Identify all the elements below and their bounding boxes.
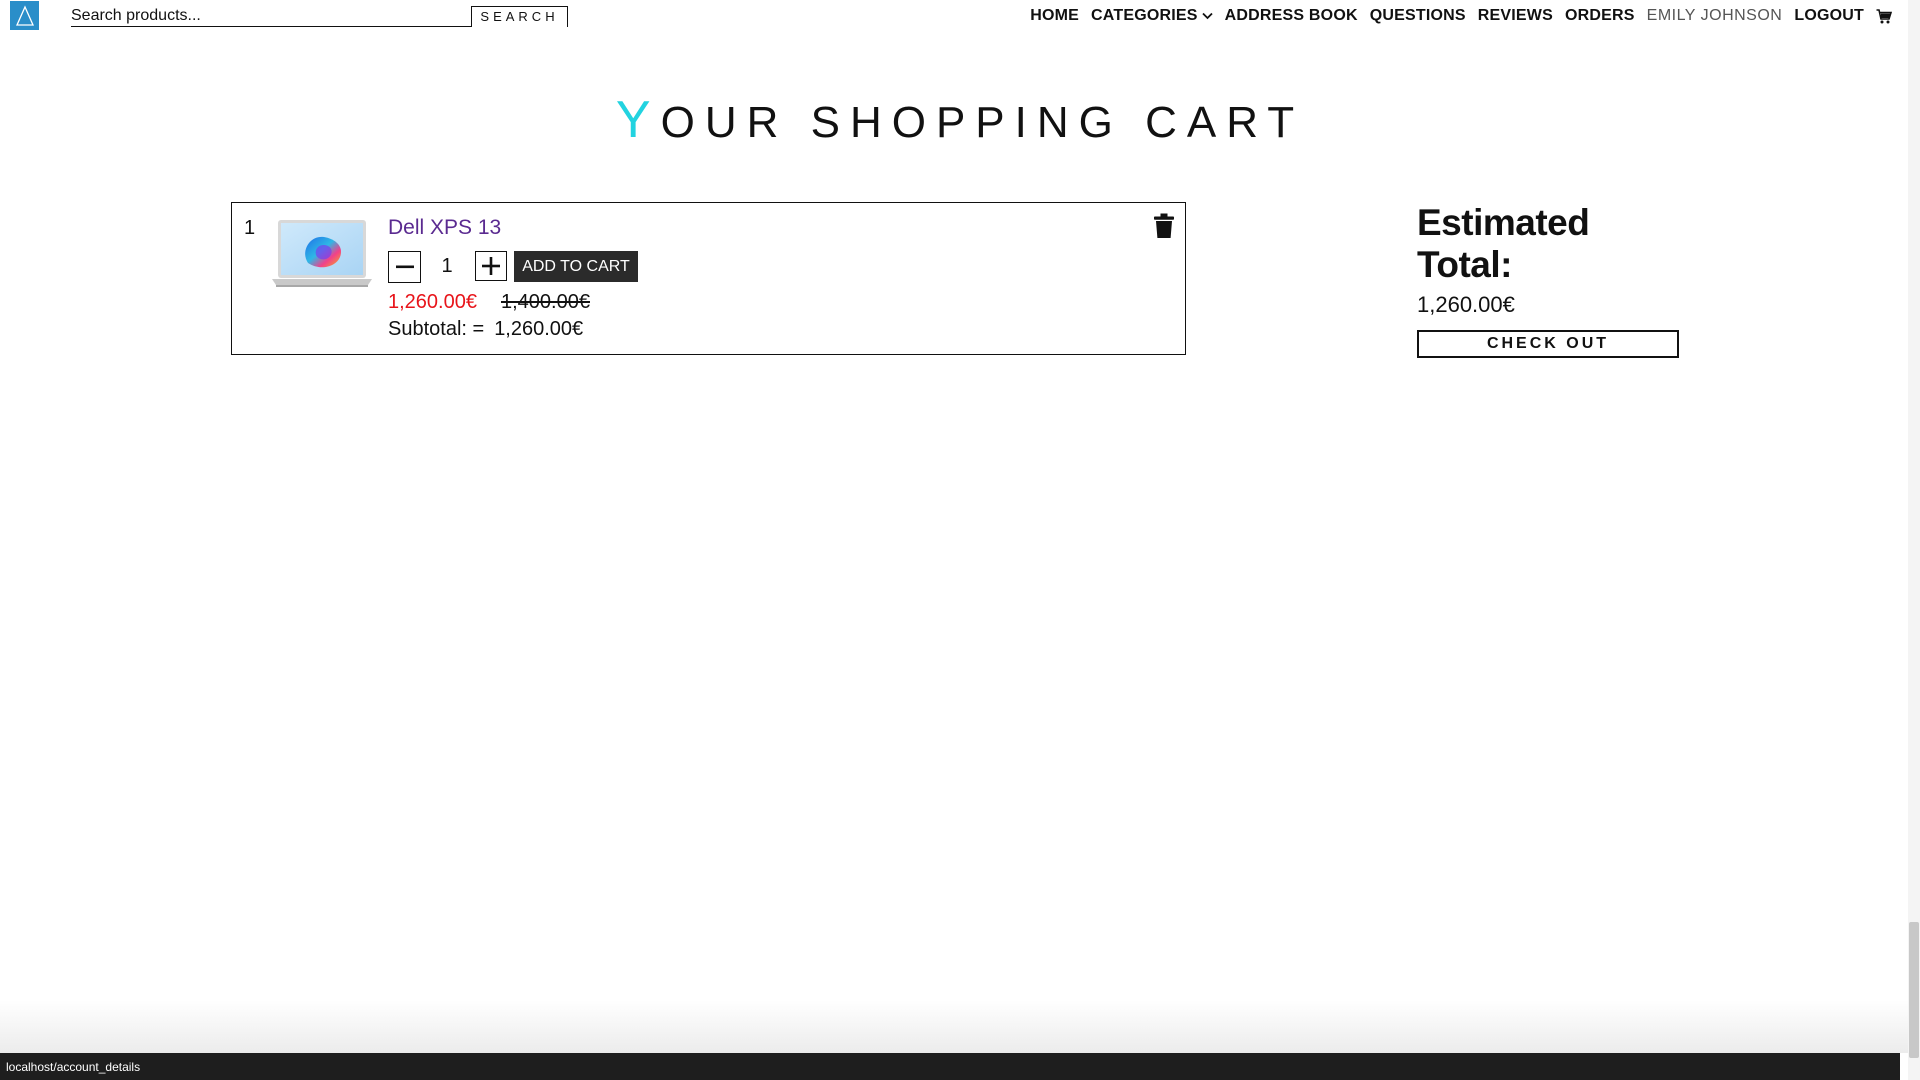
plus-icon bbox=[482, 257, 500, 275]
add-to-cart-button[interactable]: ADD TO CART bbox=[514, 251, 638, 282]
cart-item-index: 1 bbox=[244, 217, 256, 239]
minus-icon bbox=[395, 265, 414, 269]
order-summary: Estimated Total: 1,260.00€ CHECK OUT bbox=[1417, 202, 1679, 358]
page-scrollbar[interactable] bbox=[1908, 0, 1920, 1080]
scrollbar-thumb[interactable] bbox=[1909, 922, 1919, 1058]
search-bar: SEARCH bbox=[71, 6, 568, 27]
subtotal-value: 1,260.00€ bbox=[494, 318, 584, 340]
status-bar: localhost/account_details bbox=[0, 1053, 1900, 1080]
trash-icon[interactable] bbox=[1153, 213, 1175, 239]
status-url: localhost/account_details bbox=[6, 1060, 141, 1074]
quantity-value: 1 bbox=[441, 255, 453, 277]
sale-price: 1,260.00€ bbox=[388, 291, 477, 313]
estimated-total-title: Estimated Total: bbox=[1417, 202, 1590, 285]
product-name-link[interactable]: Dell XPS 13 bbox=[388, 216, 501, 240]
search-input[interactable] bbox=[71, 6, 471, 26]
increase-quantity-button[interactable] bbox=[475, 251, 507, 281]
chevron-down-icon bbox=[1202, 7, 1213, 25]
main-nav: HOME CATEGORIES ADDRESS BOOK QUESTIONS R… bbox=[1018, 6, 1892, 26]
nav-logout[interactable]: LOGOUT bbox=[1794, 7, 1864, 25]
cart-icon[interactable] bbox=[1876, 8, 1892, 24]
nav-questions[interactable]: QUESTIONS bbox=[1370, 7, 1466, 25]
page-title: YOUR SHOPPING CART bbox=[0, 90, 1920, 150]
nav-reviews[interactable]: REVIEWS bbox=[1478, 7, 1553, 25]
bottom-shade bbox=[0, 1000, 1908, 1053]
decrease-quantity-button[interactable] bbox=[388, 251, 421, 283]
nav-home[interactable]: HOME bbox=[1030, 7, 1079, 25]
nav-orders[interactable]: ORDERS bbox=[1565, 7, 1635, 25]
cart-item-panel: 1 Dell XPS 13 1 ADD TO CART 1,260.00€ 1,… bbox=[231, 202, 1186, 355]
page-title-initial: Y bbox=[615, 91, 661, 149]
site-header: SEARCH HOME CATEGORIES ADDRESS BOOK QUES… bbox=[0, 0, 1920, 32]
estimated-total-value: 1,260.00€ bbox=[1417, 292, 1515, 317]
checkout-button[interactable]: CHECK OUT bbox=[1417, 330, 1679, 358]
page-title-rest: OUR SHOPPING CART bbox=[660, 98, 1305, 147]
search-button[interactable]: SEARCH bbox=[471, 6, 568, 27]
subtotal-label: Subtotal: = bbox=[388, 318, 485, 340]
nav-categories-label: CATEGORIES bbox=[1091, 7, 1198, 24]
product-thumbnail[interactable] bbox=[270, 217, 374, 291]
nav-categories[interactable]: CATEGORIES bbox=[1091, 7, 1213, 25]
logo-icon[interactable] bbox=[10, 1, 39, 30]
nav-user-name[interactable]: EMILY JOHNSON bbox=[1647, 7, 1783, 25]
nav-address-book[interactable]: ADDRESS BOOK bbox=[1225, 7, 1358, 25]
subtotal-row: Subtotal: = 1,260.00€ bbox=[388, 318, 583, 341]
original-price: 1,400.00€ bbox=[501, 291, 590, 313]
